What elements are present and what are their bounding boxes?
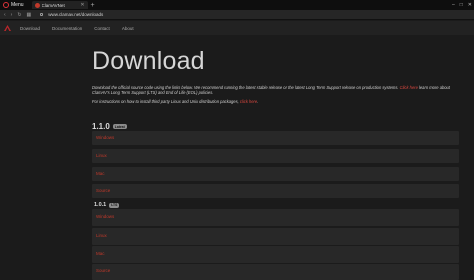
url-field[interactable]: www.clamav.net/downloads [48, 12, 103, 17]
instructions-paragraph: For instructions on how to install third… [92, 99, 464, 104]
instructions-text: For instructions on how to install third… [92, 99, 240, 104]
clamav-logo-icon[interactable] [4, 25, 11, 31]
intro-paragraph: Download the official source code using … [92, 85, 464, 96]
close-tab-icon[interactable]: ✕ [80, 2, 84, 8]
download-label: Mac [96, 171, 105, 176]
grid-icon[interactable]: ▦ [27, 10, 32, 20]
menu-label: Menu [11, 2, 24, 8]
distribution-packages-link[interactable]: click here [240, 99, 257, 104]
opera-logo-icon [3, 2, 9, 8]
latest-badge: Latest [112, 124, 127, 129]
close-window-icon[interactable]: ✕ [468, 2, 472, 8]
release-heading-1-0-1: 1.0.1 LTS [94, 202, 120, 208]
reload-icon[interactable]: ↻ [17, 10, 21, 20]
back-icon[interactable]: ‹ [4, 10, 6, 20]
download-row-source[interactable]: Source [92, 264, 459, 280]
site-navigation: Download Documentation Contact About [0, 21, 474, 35]
tab-title: ClamAVNet [41, 2, 65, 8]
download-label: Linux [96, 153, 107, 158]
minimize-icon[interactable]: – [452, 2, 455, 8]
nav-documentation[interactable]: Documentation [52, 26, 82, 31]
lts-badge: LTS [109, 202, 120, 208]
lock-icon[interactable] [40, 13, 44, 16]
nav-contact[interactable]: Contact [94, 26, 110, 31]
download-row-windows[interactable]: Windows [92, 209, 459, 226]
download-row-linux[interactable]: Linux [92, 149, 459, 163]
window-controls: – □ ✕ [452, 0, 472, 10]
release-heading-1-1-0: 1.1.0 Latest [92, 122, 127, 131]
download-label: Windows [96, 214, 115, 219]
download-label: Mac [96, 251, 105, 256]
download-row-mac[interactable]: Mac [92, 167, 459, 181]
forward-icon[interactable]: › [11, 10, 13, 20]
download-row-source[interactable]: Source [92, 184, 459, 198]
maximize-icon[interactable]: □ [460, 2, 463, 8]
release-version: 1.1.0 [92, 122, 110, 131]
address-bar: ‹ › ↻ ▦ www.clamav.net/downloads [0, 10, 474, 20]
download-row-mac[interactable]: Mac [92, 246, 459, 263]
nav-download[interactable]: Download [20, 26, 40, 31]
instructions-text-tail: . [257, 99, 259, 104]
intro-text: Download the official source code using … [92, 85, 400, 90]
download-row-windows[interactable]: Windows [92, 131, 459, 145]
download-row-linux[interactable]: Linux [92, 228, 459, 245]
browser-menu-button[interactable]: Menu [0, 0, 27, 10]
nav-about[interactable]: About [122, 26, 134, 31]
release-version: 1.0.1 [94, 202, 107, 208]
favicon-icon [34, 2, 40, 8]
lts-policy-link[interactable]: Click here [400, 85, 418, 90]
new-tab-icon[interactable]: + [91, 2, 95, 9]
download-label: Source [96, 268, 111, 273]
download-label: Linux [96, 233, 107, 238]
download-label: Source [96, 188, 111, 193]
browser-tab[interactable]: ClamAVNet ✕ [31, 1, 88, 9]
download-label: Windows [96, 135, 115, 140]
page-title: Download [92, 47, 205, 75]
browser-tab-strip: Menu ClamAVNet ✕ + – □ ✕ [0, 0, 474, 10]
